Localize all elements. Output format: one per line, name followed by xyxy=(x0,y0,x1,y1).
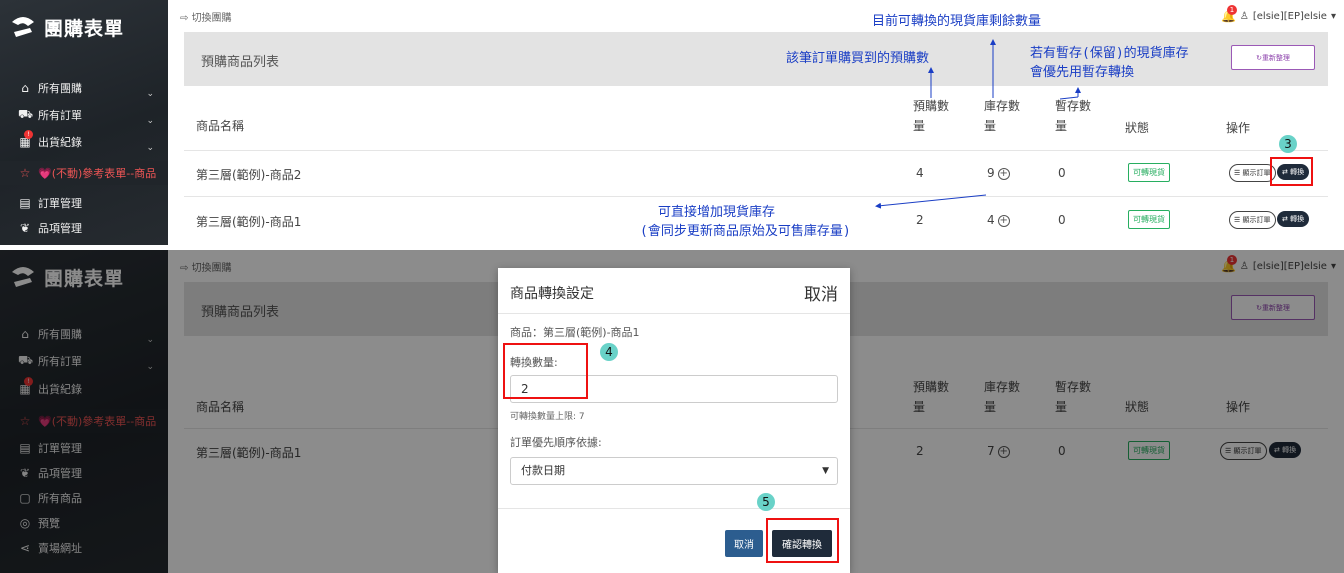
sidebar-item-shipping[interactable]: ▦! 出貨紀錄 ⌄ xyxy=(0,130,168,153)
switch-group-label: 切換團購 xyxy=(191,13,232,24)
brand-title: 團購表單 xyxy=(44,17,125,40)
cart-icon: ⛟ xyxy=(18,107,34,121)
switch-group-link[interactable]: ⇨ 切換團購 xyxy=(180,9,232,24)
add-stock-icon[interactable]: + xyxy=(997,167,1010,180)
show-orders-button[interactable]: ☰ 顯示訂單 xyxy=(1229,211,1276,229)
cell-stock: 9 + xyxy=(987,166,1010,180)
topbar: ⇨ 切換團購 🔔 1 ♙ [elsie][EP]elsie ▾ xyxy=(168,0,1344,32)
product-label: 商品：第三層(範例)-商品1 xyxy=(510,326,640,339)
annotation-add-stock-line2: (會同步更新商品原始及可售庫存量) xyxy=(640,224,851,239)
annotation-stock-remaining: 目前可轉換的現貨庫剩餘數量 xyxy=(872,14,1042,29)
user-icon: ♙ xyxy=(1239,10,1249,22)
bell-icon[interactable]: 🔔 1 xyxy=(1221,5,1237,23)
screenshot-bottom: 團購表單 ⌂ 所有團購 ⌄ ⛟ 所有訂單 ⌄ ▦! 出貨紀錄 ☆ 💗(不動)參考… xyxy=(0,250,1344,573)
cell-product-name: 第三層(範例)-商品2 xyxy=(196,168,302,182)
show-orders-label: 顯示訂單 xyxy=(1242,169,1271,177)
col-header-preorder: 預購數量 xyxy=(913,99,950,133)
step-3-marker: 3 xyxy=(1279,135,1297,153)
chevron-down-icon: ⌄ xyxy=(146,143,154,153)
convert-label: 轉換 xyxy=(1290,215,1305,223)
priority-selected: 付款日期 xyxy=(521,464,565,477)
sidebar-item-label: 所有訂單 xyxy=(38,109,82,122)
status-badge: 可轉現貨 xyxy=(1128,210,1170,229)
show-orders-label: 顯示訂單 xyxy=(1242,216,1271,224)
chevron-down-icon: ⌄ xyxy=(146,89,154,99)
sidebar-item-label: 所有團購 xyxy=(38,82,82,95)
brand-logo-icon xyxy=(12,17,34,37)
user-menu[interactable]: 🔔 1 ♙ [elsie][EP]elsie ▾ xyxy=(1221,5,1336,23)
col-header-ops: 操作 xyxy=(1226,121,1251,135)
convert-button[interactable]: ⇄ 轉換 xyxy=(1277,211,1310,227)
priority-select[interactable]: 付款日期 ▼ xyxy=(510,457,838,485)
screenshot-top: 團購表單 ⌂ 所有團購 ⌄ ⛟ 所有訂單 ⌄ ▦! 出貨紀錄 ⌄ ☆ 💗(不動)… xyxy=(0,0,1344,245)
col-header-status: 狀態 xyxy=(1125,121,1150,135)
annotation-hold-line2: 會優先用暫存轉換 xyxy=(1030,65,1135,80)
annotation-preorder-qty: 該筆訂單購買到的預購數 xyxy=(786,51,930,66)
show-orders-button[interactable]: ☰ 顯示訂單 xyxy=(1229,164,1276,182)
notification-count: 1 xyxy=(1226,5,1237,15)
col-header-stock: 庫存數量 xyxy=(984,99,1021,133)
sidebar-item-order-management[interactable]: ▤ 訂單管理 xyxy=(0,192,168,214)
priority-label: 訂單優先順序依據: xyxy=(510,436,602,449)
sidebar-item-all-orders[interactable]: ⛟ 所有訂單 ⌄ xyxy=(0,104,168,126)
page-title: 預購商品列表 xyxy=(201,55,280,70)
cancel-button[interactable]: 取消 xyxy=(725,530,763,557)
row-divider xyxy=(184,196,1328,197)
col-header-hold: 暫存數量 xyxy=(1055,99,1092,133)
stock-value: 4 xyxy=(987,213,995,227)
cell-hold: 0 xyxy=(1058,213,1066,227)
sidebar-item-label: 💗(不動)參考表單--商品 xyxy=(38,167,157,180)
step-4-marker: 4 xyxy=(600,343,618,361)
notification-dot: ! xyxy=(24,130,33,139)
clipboard-icon: ▤ xyxy=(19,196,31,210)
sidebar-item-label: 訂單管理 xyxy=(38,197,82,210)
sidebar-item-variant-management[interactable]: ❦ 品項管理 xyxy=(0,217,168,239)
user-name: [elsie][EP]elsie xyxy=(1252,10,1327,22)
col-header-name: 商品名稱 xyxy=(196,119,245,133)
step-5-marker: 5 xyxy=(757,493,775,511)
dialog-divider xyxy=(498,313,850,314)
cell-hold: 0 xyxy=(1058,166,1066,180)
chevron-down-icon: ⌄ xyxy=(146,116,154,126)
refresh-button[interactable]: ↻ 重新整理 xyxy=(1231,45,1315,70)
truck-icon: ▦! xyxy=(18,130,33,149)
cell-preorder: 4 xyxy=(916,166,924,180)
cell-stock: 4 + xyxy=(987,213,1010,227)
star-icon: ☆ xyxy=(19,166,31,180)
sidebar-item-reference-form[interactable]: ☆ 💗(不動)參考表單--商品 xyxy=(0,161,168,185)
sidebar-item-all-groups[interactable]: ⌂ 所有團購 ⌄ xyxy=(0,77,168,99)
gift-icon: ❦ xyxy=(19,221,31,235)
cell-product-name: 第三層(範例)-商品1 xyxy=(196,215,302,229)
refresh-label: 重新整理 xyxy=(1261,53,1290,62)
annotation-hold-line1: 若有暫存(保留)的現貨庫存 xyxy=(1030,46,1189,61)
highlight-quantity-field xyxy=(503,343,588,399)
status-badge: 可轉現貨 xyxy=(1128,163,1170,182)
cell-preorder: 2 xyxy=(916,213,924,227)
caret-down-icon: ▾ xyxy=(1330,10,1336,22)
quantity-hint: 可轉換數量上限: 7 xyxy=(510,412,585,422)
annotation-add-stock-line1: 可直接增加現貨庫存 xyxy=(658,205,776,220)
dialog-title: 商品轉換設定 xyxy=(510,286,594,302)
caret-down-icon: ▼ xyxy=(822,466,829,476)
brand[interactable]: 團購表單 xyxy=(8,12,124,42)
sidebar-item-label: 品項管理 xyxy=(38,222,82,235)
dialog-close-button[interactable]: 取消 xyxy=(804,280,838,305)
stock-value: 9 xyxy=(987,166,995,180)
add-stock-icon[interactable]: + xyxy=(997,214,1010,227)
highlight-confirm-button xyxy=(766,518,839,563)
dialog-divider xyxy=(498,508,850,509)
sidebar-item-label: 出貨紀錄 xyxy=(38,136,82,149)
row-divider xyxy=(184,150,1328,151)
sidebar: 團購表單 ⌂ 所有團購 ⌄ ⛟ 所有訂單 ⌄ ▦! 出貨紀錄 ⌄ ☆ 💗(不動)… xyxy=(0,0,168,245)
home-icon: ⌂ xyxy=(21,81,29,95)
highlight-convert-button xyxy=(1270,157,1313,186)
